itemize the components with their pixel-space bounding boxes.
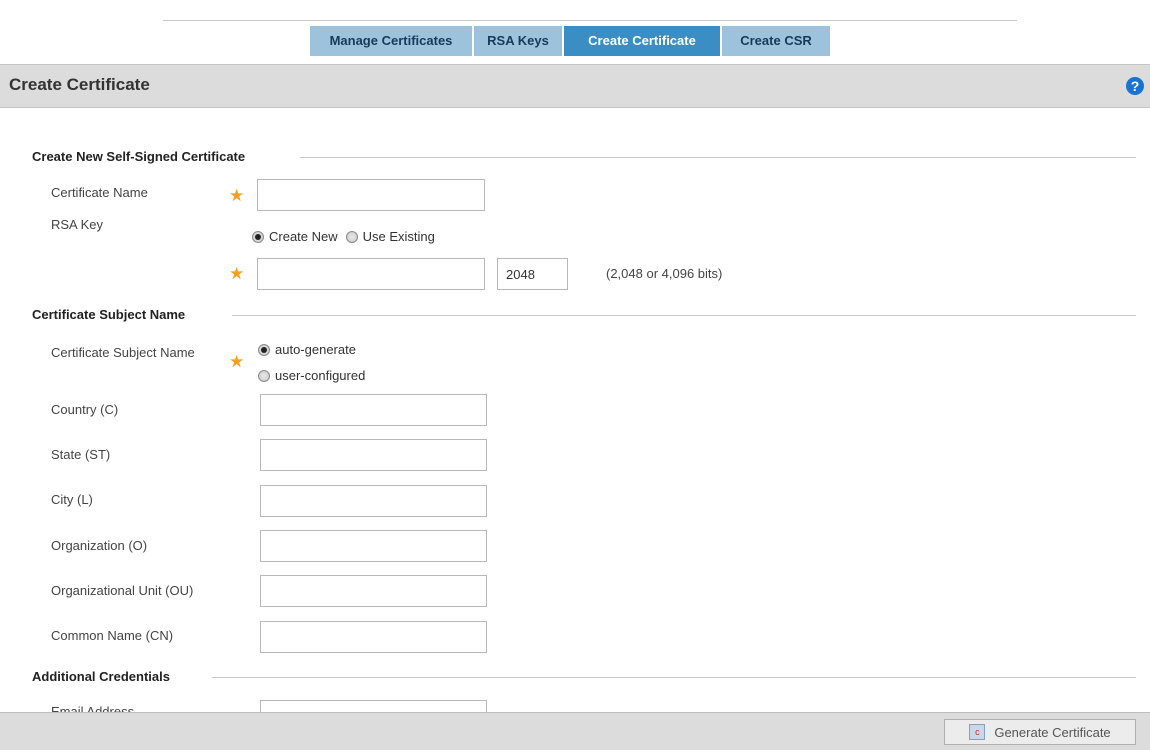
common-name-input[interactable]: [260, 621, 487, 653]
rsa-key-options: Create New Use Existing: [252, 229, 435, 244]
rsa-create-new-radio[interactable]: [252, 230, 264, 243]
help-icon[interactable]: ?: [1126, 77, 1144, 95]
section-additional-title: Additional Credentials: [32, 669, 180, 684]
rsa-create-new-label: Create New: [269, 229, 338, 244]
tab-create-certificate[interactable]: Create Certificate: [564, 26, 720, 56]
auto-generate-option: auto-generate: [258, 342, 356, 357]
rsa-use-existing-label: Use Existing: [362, 229, 435, 244]
rsa-use-existing-radio[interactable]: [345, 230, 358, 243]
user-configured-option: user-configured: [258, 368, 365, 383]
org-unit-label: Organizational Unit (OU): [51, 583, 194, 598]
country-input[interactable]: [260, 394, 487, 426]
section-rule: [300, 157, 1136, 158]
user-configured-label: user-configured: [275, 368, 366, 383]
section-subject-title: Certificate Subject Name: [32, 307, 196, 322]
top-divider: [163, 20, 1017, 21]
tab-manage-certificates[interactable]: Manage Certificates: [310, 26, 472, 56]
certificate-name-label: Certificate Name: [51, 185, 148, 200]
section-rule: [232, 315, 1136, 316]
page-title: Create Certificate: [9, 75, 150, 94]
footer-bar: c Generate Certificate: [0, 712, 1150, 750]
country-label: Country (C): [51, 402, 119, 417]
organization-label: Organization (O): [51, 538, 148, 553]
org-unit-input[interactable]: [260, 575, 487, 607]
required-star-icon: ★: [229, 264, 245, 283]
rsa-key-label: RSA Key: [51, 217, 104, 232]
city-label: City (L): [51, 492, 93, 507]
certificate-icon: c: [969, 724, 986, 740]
organization-input[interactable]: [260, 530, 487, 562]
section-self-signed-title: Create New Self-Signed Certificate: [32, 149, 256, 164]
rsa-key-name-input[interactable]: [257, 258, 485, 290]
tab-rsa-keys[interactable]: RSA Keys: [474, 26, 562, 56]
user-configured-radio[interactable]: [258, 369, 270, 382]
state-label: State (ST): [51, 447, 111, 462]
auto-generate-radio[interactable]: [258, 343, 270, 356]
required-star-icon: ★: [229, 352, 245, 371]
tab-create-csr[interactable]: Create CSR: [722, 26, 830, 56]
tab-bar: Manage Certificates RSA Keys Create Cert…: [310, 26, 830, 56]
page-header: Create Certificate ?: [0, 64, 1150, 108]
certificate-name-input[interactable]: [257, 179, 485, 211]
auto-generate-label: auto-generate: [275, 342, 356, 357]
state-input[interactable]: [260, 439, 487, 471]
generate-certificate-label: Generate Certificate: [994, 724, 1111, 740]
section-rule: [212, 677, 1136, 678]
generate-certificate-button[interactable]: c Generate Certificate: [944, 719, 1136, 745]
common-name-label: Common Name (CN): [51, 628, 174, 643]
key-size-hint: (2,048 or 4,096 bits): [606, 266, 723, 281]
subject-name-label: Certificate Subject Name: [51, 345, 195, 360]
required-star-icon: ★: [229, 186, 245, 205]
key-size-input[interactable]: [497, 258, 568, 290]
city-input[interactable]: [260, 485, 487, 517]
